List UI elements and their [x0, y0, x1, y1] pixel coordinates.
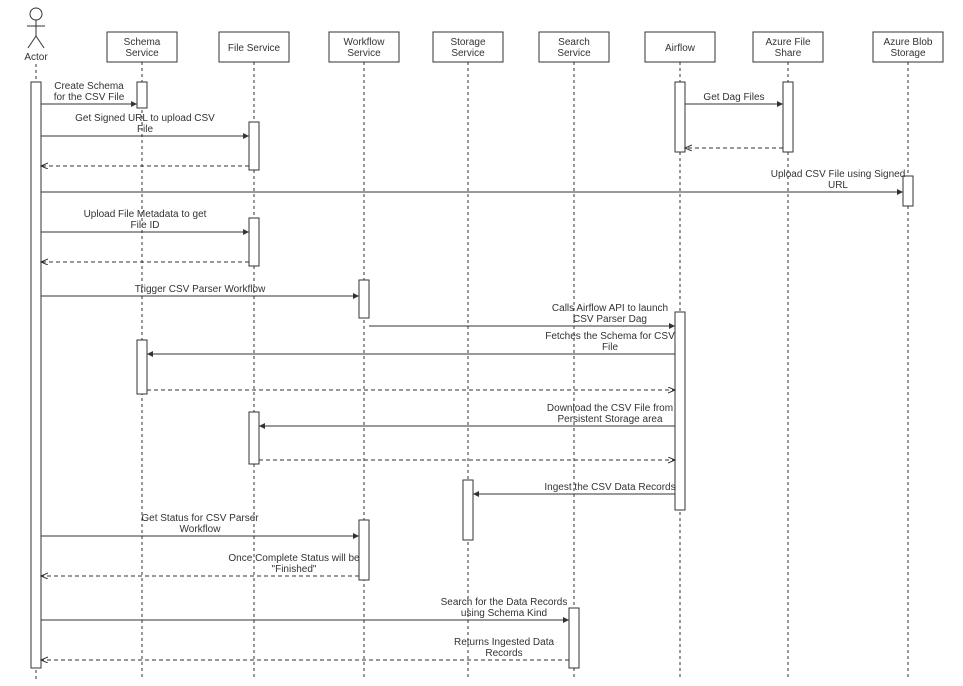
participant-azureblob: Azure BlobStorage [873, 32, 943, 680]
activation-bar [569, 608, 579, 668]
activation-bar [137, 82, 147, 108]
message: Get Signed URL to upload CSVFile [41, 113, 249, 136]
activation-bar [359, 520, 369, 580]
activation-bar [249, 122, 259, 170]
activation-bar [903, 176, 913, 206]
message-label: Upload CSV File using SignedURL [771, 169, 906, 191]
message-label: Fetches the Schema for CSVFile [545, 331, 675, 353]
activation-bar [359, 280, 369, 318]
message: Get Status for CSV ParserWorkflow [41, 513, 359, 536]
activation-bar [249, 412, 259, 464]
participant-label: StorageService [450, 37, 485, 59]
message-label: Search for the Data Recordsusing Schema … [441, 597, 568, 619]
activation-bar [137, 340, 147, 394]
message: Upload File Metadata to getFile ID [41, 209, 249, 232]
message-label: Create Schemafor the CSV File [54, 81, 125, 103]
message: Calls Airflow API to launchCSV Parser Da… [369, 303, 675, 326]
message: Search for the Data Recordsusing Schema … [41, 597, 569, 620]
message-label: Download the CSV File fromPersistent Sto… [547, 403, 673, 425]
message: Create Schemafor the CSV File [41, 81, 137, 104]
participant-workflow: WorkflowService [329, 32, 399, 680]
message: Fetches the Schema for CSVFile [147, 331, 675, 354]
message-label: Trigger CSV Parser Workflow [135, 284, 266, 295]
message-label: Get Dag Files [703, 92, 764, 103]
message-label: Get Status for CSV ParserWorkflow [141, 513, 259, 535]
activation-bar [675, 82, 685, 152]
participant-label: Azure BlobStorage [884, 37, 933, 59]
message: Ingest the CSV Data Records [473, 482, 676, 494]
message-label: Get Signed URL to upload CSVFile [75, 113, 215, 135]
message: Returns Ingested DataRecords [41, 637, 569, 660]
message-label: Once Complete Status will be"Finished" [228, 553, 360, 575]
participant-label: File Service [228, 43, 281, 54]
message: Download the CSV File fromPersistent Sto… [259, 403, 675, 426]
participant-search: SearchService [539, 32, 609, 680]
activation-bar [463, 480, 473, 540]
actor-head-icon [30, 8, 42, 20]
message: Once Complete Status will be"Finished" [41, 553, 360, 576]
participant-label: SchemaService [124, 37, 161, 59]
activation-bar [249, 218, 259, 266]
sequence-diagram: Actor SchemaService File Service WorkflowSe… [0, 0, 963, 686]
participant-storage: StorageService [433, 32, 503, 680]
message: Upload CSV File using SignedURL [41, 169, 905, 192]
activation-bar [31, 82, 41, 668]
activation-bar [783, 82, 793, 152]
participant-label: SearchService [557, 37, 591, 59]
message-label: Calls Airflow API to launchCSV Parser Da… [552, 303, 668, 325]
activation-bar [675, 312, 685, 510]
participant-label: Actor [24, 52, 48, 63]
message-label: Returns Ingested DataRecords [454, 637, 554, 659]
message: Get Dag Files [685, 92, 783, 104]
participant-label: WorkflowService [344, 37, 386, 59]
message-label: Upload File Metadata to getFile ID [84, 209, 207, 231]
message-label: Ingest the CSV Data Records [544, 482, 675, 493]
message: Trigger CSV Parser Workflow [41, 284, 359, 296]
participant-label: Airflow [665, 43, 696, 54]
